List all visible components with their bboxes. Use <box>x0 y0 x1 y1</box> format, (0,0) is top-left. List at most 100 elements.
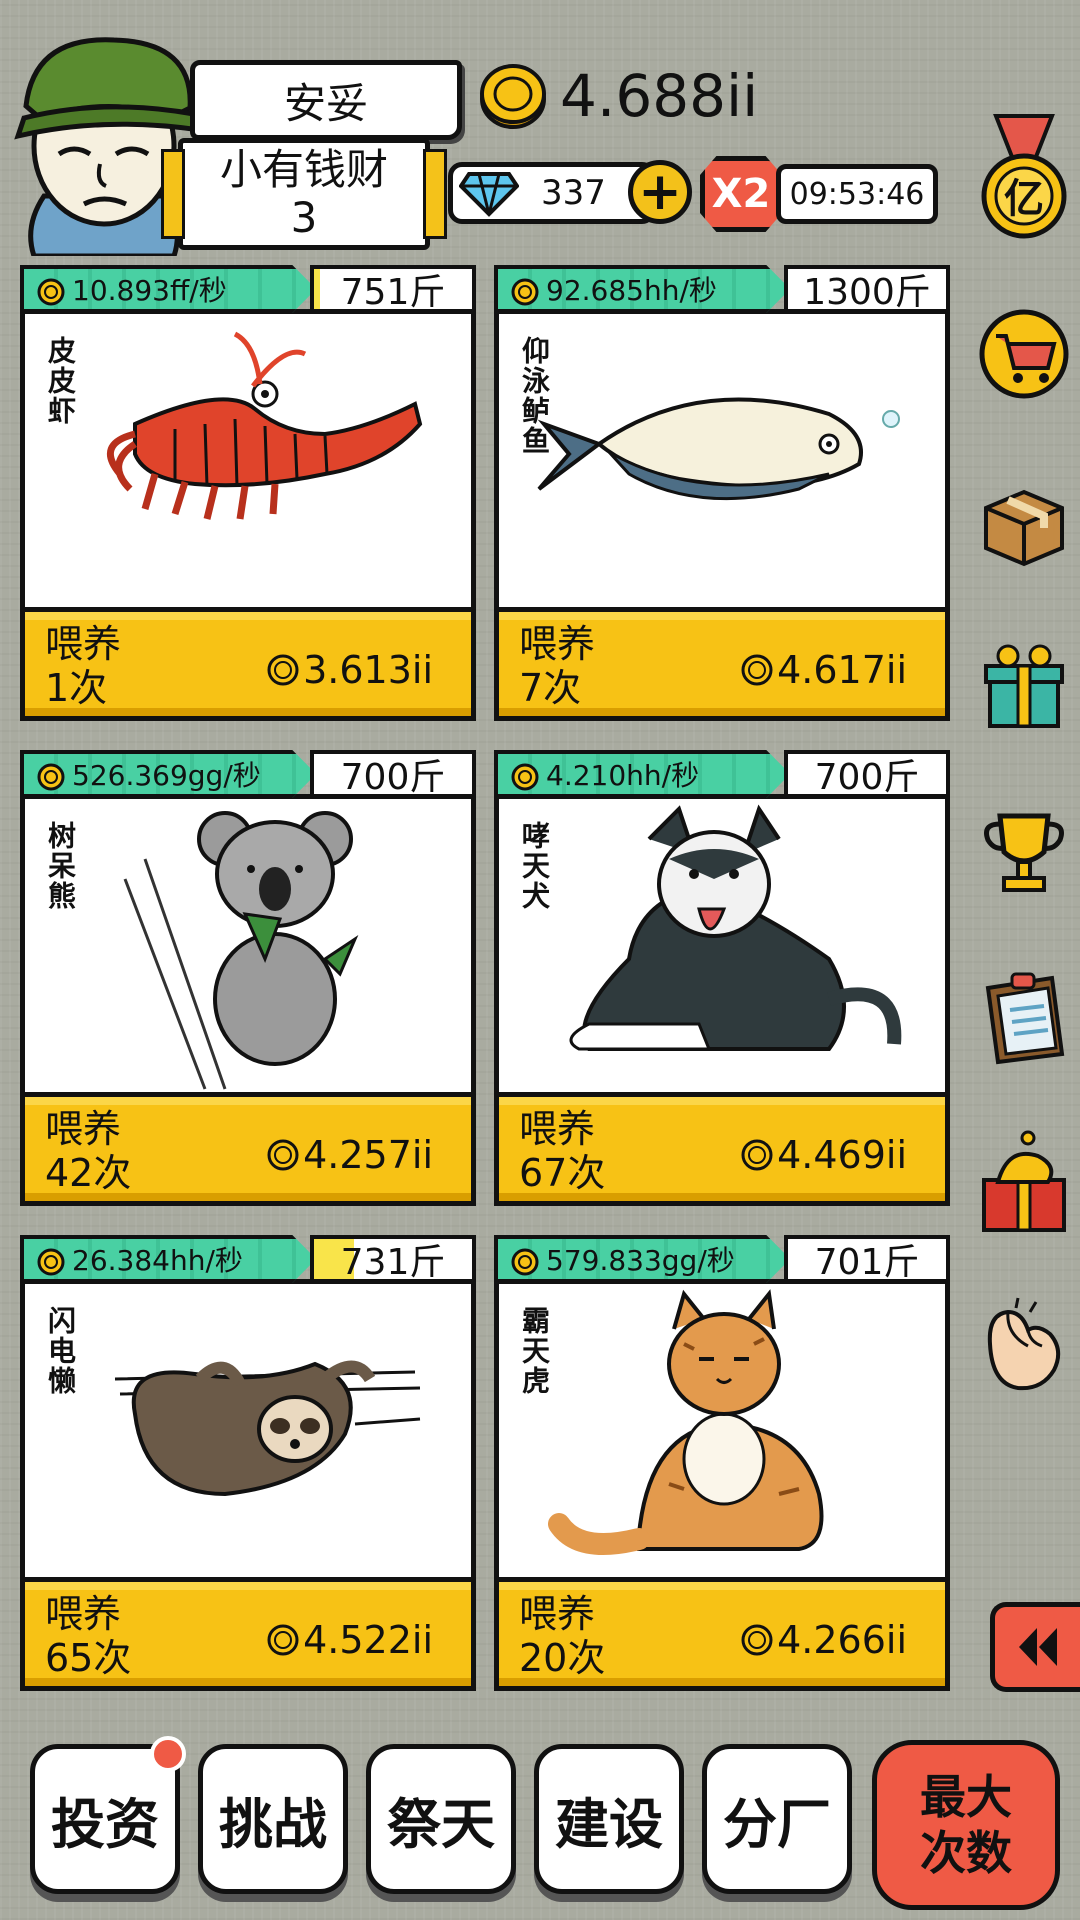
weight-tag: 700斤 <box>784 750 950 798</box>
notification-dot <box>150 1736 186 1772</box>
feed-label: 喂养 7次 <box>519 622 595 710</box>
build-button[interactable]: 建设 <box>534 1744 684 1894</box>
coin-icon <box>511 763 539 791</box>
max-times-button[interactable]: 最大 次数 <box>872 1740 1060 1910</box>
clipboard-icon <box>985 972 1065 1065</box>
package-button[interactable] <box>978 478 1070 570</box>
x2-multiplier-badge[interactable]: X2 <box>700 156 782 232</box>
shopping-cart-icon <box>979 309 1069 399</box>
gem-balance-value: 337 <box>541 173 606 213</box>
coin-icon <box>267 1139 299 1171</box>
coin-icon <box>511 278 539 306</box>
medal-icon: 亿 <box>981 114 1067 239</box>
timer-value: 09:53:46 <box>789 176 925 212</box>
husky-icon <box>569 804 902 1051</box>
shop-button[interactable] <box>978 308 1070 400</box>
feed-cost: 3.613ii <box>265 648 433 692</box>
cat-icon <box>548 1289 824 1555</box>
feed-button[interactable]: 喂养 20次 4.266ii <box>494 1577 950 1691</box>
mystery-gift-button[interactable] <box>978 1126 1070 1236</box>
player-level: 3 <box>290 193 318 242</box>
income-rate-tag: 10.893ff/秒 <box>20 265 316 313</box>
coin-icon <box>37 278 65 306</box>
package-icon <box>984 489 1064 567</box>
shrimp-icon <box>107 331 423 520</box>
feed-label: 喂养 20次 <box>519 1592 605 1680</box>
weight-tag: 700斤 <box>310 750 476 798</box>
coin-balance: 4.688ii <box>478 58 758 134</box>
add-gems-button[interactable]: + <box>628 160 692 224</box>
feed-button[interactable]: 喂养 7次 4.617ii <box>494 607 950 721</box>
coin-icon <box>741 1139 773 1171</box>
animal-picture[interactable]: 霸天虎 <box>494 1279 950 1579</box>
hand-gesture-icon <box>987 1297 1061 1391</box>
feed-cost: 4.266ii <box>739 1618 907 1662</box>
challenge-button[interactable]: 挑战 <box>198 1744 348 1894</box>
weight-tag: 1300斤 <box>784 265 950 313</box>
coin-icon <box>37 763 65 791</box>
feed-button[interactable]: 喂养 65次 4.522ii <box>20 1577 476 1691</box>
income-rate-tag: 4.210hh/秒 <box>494 750 790 798</box>
animal-card: 闪电懒 26.384hh/秒 731斤 喂养 65次 4.522ii <box>20 1235 476 1695</box>
feed-cost: 4.522ii <box>265 1618 433 1662</box>
coin-icon <box>267 654 299 686</box>
animal-picture[interactable]: 皮皮虾 <box>20 309 476 609</box>
animal-picture[interactable]: 树呆熊 <box>20 794 476 1094</box>
animal-picture[interactable]: 闪电懒 <box>20 1279 476 1579</box>
achievements-button[interactable] <box>978 806 1070 898</box>
feed-label: 喂养 67次 <box>519 1107 605 1195</box>
plus-icon: + <box>638 162 682 222</box>
feed-button[interactable]: 喂养 67次 4.469ii <box>494 1092 950 1206</box>
feed-cost-value: 4.266ii <box>777 1618 907 1662</box>
diamond-icon <box>459 172 519 217</box>
coin-icon <box>37 1248 65 1276</box>
coin-balance-value: 4.688ii <box>560 62 759 130</box>
feed-count: 7次 <box>519 666 582 710</box>
sloth-icon <box>114 1360 421 1497</box>
feed-text: 喂养 <box>45 622 122 666</box>
animal-card: 皮皮虾 10.893ff/秒 751斤 喂养 1次 3.613ii <box>20 265 476 725</box>
income-rate-tag: 26.384hh/秒 <box>20 1235 316 1283</box>
invest-label: 投资 <box>51 1792 159 1856</box>
coin-icon <box>741 1624 773 1656</box>
income-rate-tag: 526.369gg/秒 <box>20 750 316 798</box>
mystery-gift-icon <box>982 1130 1066 1232</box>
feed-button[interactable]: 喂养 42次 4.257ii <box>20 1092 476 1206</box>
gift-button[interactable] <box>978 640 1070 732</box>
gift-box-icon <box>984 644 1064 728</box>
max-label-line1: 最大 <box>920 1770 1012 1824</box>
income-rate-tag: 92.685hh/秒 <box>494 265 790 313</box>
feed-text: 喂养 <box>45 1592 122 1636</box>
feed-cost-value: 3.613ii <box>303 648 433 692</box>
animal-card: 仰泳鲈鱼 92.685hh/秒 1300斤 喂养 7次 4.617ii <box>494 265 950 725</box>
feed-button[interactable]: 喂养 1次 3.613ii <box>20 607 476 721</box>
income-rate: 92.685hh/秒 <box>546 274 717 307</box>
max-label-line2: 次数 <box>920 1826 1012 1880</box>
weight-value: 731斤 <box>340 1242 446 1283</box>
billion-medal-button[interactable]: 亿 <box>978 112 1070 242</box>
weight-value: 701斤 <box>814 1242 920 1283</box>
animal-picture[interactable]: 仰泳鲈鱼 <box>494 309 950 609</box>
gesture-button[interactable] <box>978 1294 1070 1394</box>
feed-count: 65次 <box>45 1636 132 1680</box>
feed-text: 喂养 <box>519 1107 596 1151</box>
feed-label: 喂养 42次 <box>45 1107 131 1195</box>
feed-cost-value: 4.469ii <box>777 1133 907 1177</box>
coin-icon <box>741 654 773 686</box>
coin-icon <box>511 1248 539 1276</box>
collapse-sidebar-button[interactable] <box>990 1602 1080 1692</box>
worship-button[interactable]: 祭天 <box>366 1744 516 1894</box>
animal-picture[interactable]: 哮天犬 <box>494 794 950 1094</box>
feed-text: 喂养 <box>519 622 596 666</box>
weight-tag: 731斤 <box>310 1235 476 1283</box>
branch-label: 分厂 <box>723 1792 831 1856</box>
branch-factory-button[interactable]: 分厂 <box>702 1744 852 1894</box>
weight-value: 1300斤 <box>803 272 931 313</box>
worship-label: 祭天 <box>387 1792 495 1856</box>
feed-count: 1次 <box>45 666 108 710</box>
player-rank: 小有钱财 <box>219 145 388 194</box>
gem-balance: 337 <box>448 162 656 224</box>
tasks-button[interactable] <box>978 966 1070 1066</box>
build-label: 建设 <box>555 1792 663 1856</box>
weight-value: 700斤 <box>814 757 920 798</box>
